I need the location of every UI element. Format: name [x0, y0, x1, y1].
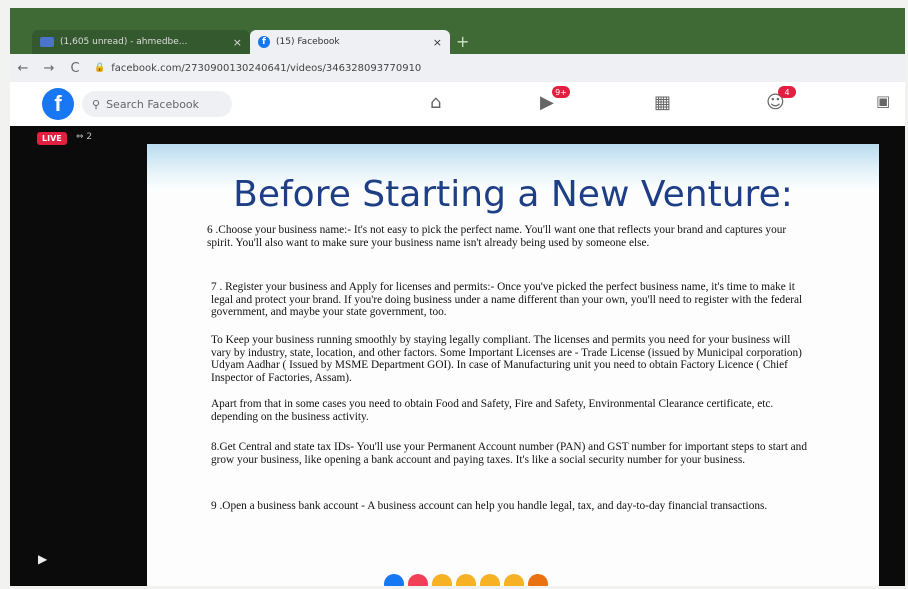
haha-reaction-icon[interactable]: [456, 574, 476, 586]
slide-paragraph: 9 .Open a business bank account - A busi…: [211, 500, 768, 512]
tab-strip: (1,605 unread) - ahmedbe... × f (15) Fac…: [10, 8, 905, 54]
slide-paragraph: Apart from that in some cases you need t…: [211, 398, 774, 423]
groups-badge: 4: [778, 86, 796, 98]
tab-facebook-label: (15) Facebook: [276, 37, 340, 47]
tab-facebook[interactable]: f (15) Facebook ×: [250, 30, 450, 54]
live-badge: LIVE: [37, 132, 67, 145]
screen: (1,605 unread) - ahmedbe... × f (15) Fac…: [10, 8, 905, 586]
new-tab-button[interactable]: +: [456, 32, 469, 51]
sad-reaction-icon[interactable]: [504, 574, 524, 586]
tab-gmail[interactable]: (1,605 unread) - ahmedbe... ×: [32, 30, 250, 54]
slide-title: Before Starting a New Venture:: [233, 174, 793, 215]
gaming-icon[interactable]: ▣: [876, 92, 890, 110]
back-button[interactable]: ←: [10, 61, 36, 76]
lock-icon: 🔒: [94, 63, 106, 73]
watch-badge: 9+: [552, 86, 570, 98]
mail-icon: [40, 37, 54, 47]
slide-paragraph: To Keep your business running smoothly b…: [211, 334, 802, 384]
watch-icon[interactable]: ▶ 9+: [540, 86, 570, 113]
search-placeholder: Search Facebook: [106, 97, 200, 111]
wow-reaction-icon[interactable]: [480, 574, 500, 586]
facebook-header: f ⚲ Search Facebook ⌂ ▶ 9+ ▦ ☺ 4 ▣: [10, 82, 905, 126]
presentation-slide: Before Starting a New Venture: 6 .Choose…: [147, 144, 879, 586]
address-bar: ← → C 🔒 facebook.com/2730900130240641/vi…: [10, 54, 905, 82]
like-reaction-icon[interactable]: [384, 574, 404, 586]
slide-paragraph: 8.Get Central and state tax IDs- You'll …: [211, 441, 807, 466]
love-reaction-icon[interactable]: [408, 574, 428, 586]
groups-icon[interactable]: ☺ 4: [766, 86, 796, 113]
tab-gmail-label: (1,605 unread) - ahmedbe...: [60, 37, 188, 47]
slide-paragraph: 6 .Choose your business name:- It's not …: [207, 224, 787, 249]
close-icon[interactable]: ×: [233, 36, 242, 49]
close-icon[interactable]: ×: [433, 36, 442, 49]
home-icon[interactable]: ⌂: [430, 92, 441, 113]
search-input[interactable]: ⚲ Search Facebook: [82, 91, 232, 117]
play-icon[interactable]: ▶: [38, 552, 47, 566]
viewer-count: ⇔ 2: [76, 132, 93, 142]
care-reaction-icon[interactable]: [432, 574, 452, 586]
slide-paragraph: 7 . Register your business and Apply for…: [211, 281, 803, 318]
facebook-logo[interactable]: f: [42, 88, 74, 120]
reload-button[interactable]: C: [62, 61, 88, 76]
url-text: facebook.com/2730900130240641/videos/346…: [111, 62, 422, 74]
angry-reaction-icon[interactable]: [528, 574, 548, 586]
forward-button[interactable]: →: [36, 61, 62, 76]
search-icon: ⚲: [92, 97, 101, 111]
facebook-icon: f: [258, 36, 270, 48]
marketplace-icon[interactable]: ▦: [654, 92, 671, 113]
url-field[interactable]: 🔒 facebook.com/2730900130240641/videos/3…: [94, 63, 421, 74]
reaction-bar: [384, 574, 548, 586]
